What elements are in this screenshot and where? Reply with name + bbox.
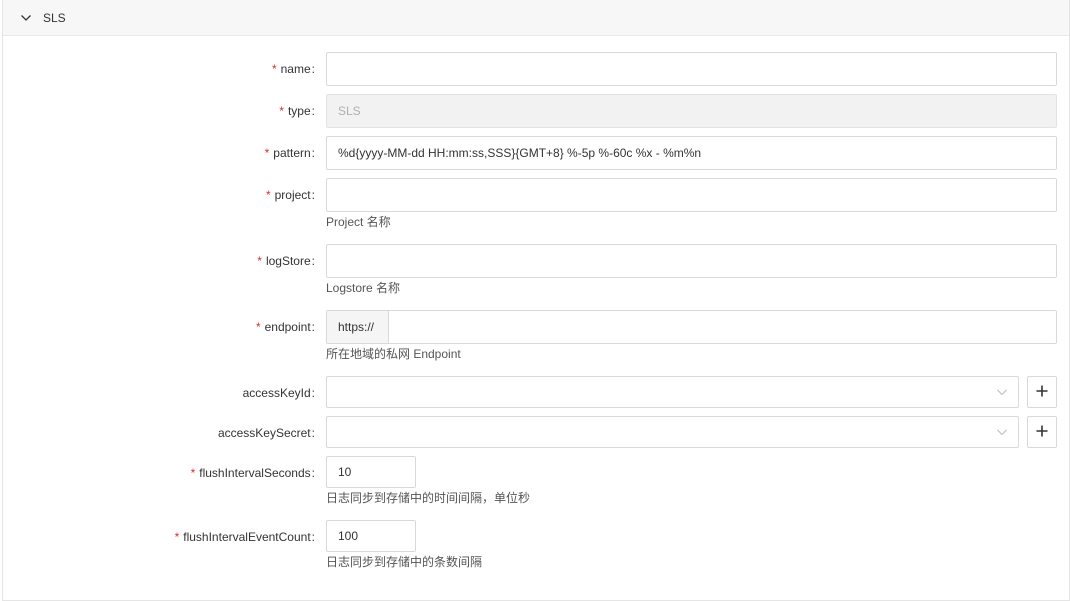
required-mark: *	[279, 104, 284, 118]
required-mark: *	[265, 188, 271, 202]
project-input[interactable]	[326, 178, 1057, 212]
plus-icon	[1035, 384, 1049, 401]
project-label: * project:	[265, 188, 315, 202]
flushintervaleventcount-help: 日志同步到存储中的条数间隔	[326, 555, 483, 569]
required-mark: *	[174, 530, 180, 544]
required-mark: *	[257, 254, 262, 268]
project-help: Project 名称	[326, 215, 391, 229]
required-mark: *	[255, 320, 261, 334]
type-input	[326, 94, 1057, 128]
chevron-down-icon	[996, 386, 1008, 398]
required-mark: *	[271, 62, 277, 76]
flushintervalseconds-label: * flushIntervalSeconds:	[190, 466, 315, 480]
chevron-down-icon[interactable]	[19, 11, 33, 25]
flushintervaleventcount-input[interactable]	[326, 520, 416, 552]
flushintervalseconds-help: 日志同步到存储中的时间间隔，单位秒	[326, 491, 531, 505]
endpoint-input-group: https://	[326, 310, 1057, 344]
accesskeysecret-label: accessKeySecret:	[217, 426, 315, 440]
required-mark: *	[264, 146, 270, 160]
accesskeysecret-select[interactable]	[326, 416, 1019, 448]
name-input[interactable]	[326, 52, 1057, 86]
endpoint-help: 所在地域的私网 Endpoint	[326, 347, 461, 361]
add-accesskeysecret-button[interactable]	[1027, 416, 1057, 448]
logstore-input[interactable]	[326, 244, 1057, 278]
add-accesskeyid-button[interactable]	[1027, 376, 1057, 408]
sls-panel: SLS *name: *type: *pattern: *project: Pr…	[2, 0, 1070, 601]
accesskeyid-select[interactable]	[326, 376, 1019, 408]
endpoint-prefix: https://	[327, 311, 389, 343]
chevron-down-icon	[996, 426, 1008, 438]
panel-title: SLS	[43, 11, 66, 25]
panel-header[interactable]: SLS	[3, 0, 1069, 36]
pattern-input[interactable]	[326, 136, 1057, 170]
pattern-label: * pattern:	[264, 146, 315, 160]
flushintervalseconds-input[interactable]	[326, 456, 416, 488]
required-mark: *	[190, 466, 196, 480]
logstore-label: * logStore:	[257, 254, 315, 268]
plus-icon	[1035, 424, 1049, 441]
accesskeyid-label: accessKeyId:	[242, 386, 315, 400]
endpoint-input[interactable]	[389, 311, 1056, 343]
type-label: * type:	[279, 104, 315, 118]
flushintervaleventcount-label: * flushIntervalEventCount:	[174, 530, 315, 544]
logstore-help: Logstore 名称	[326, 281, 401, 295]
endpoint-label: * endpoint:	[255, 320, 315, 334]
name-label: * name:	[271, 62, 315, 76]
